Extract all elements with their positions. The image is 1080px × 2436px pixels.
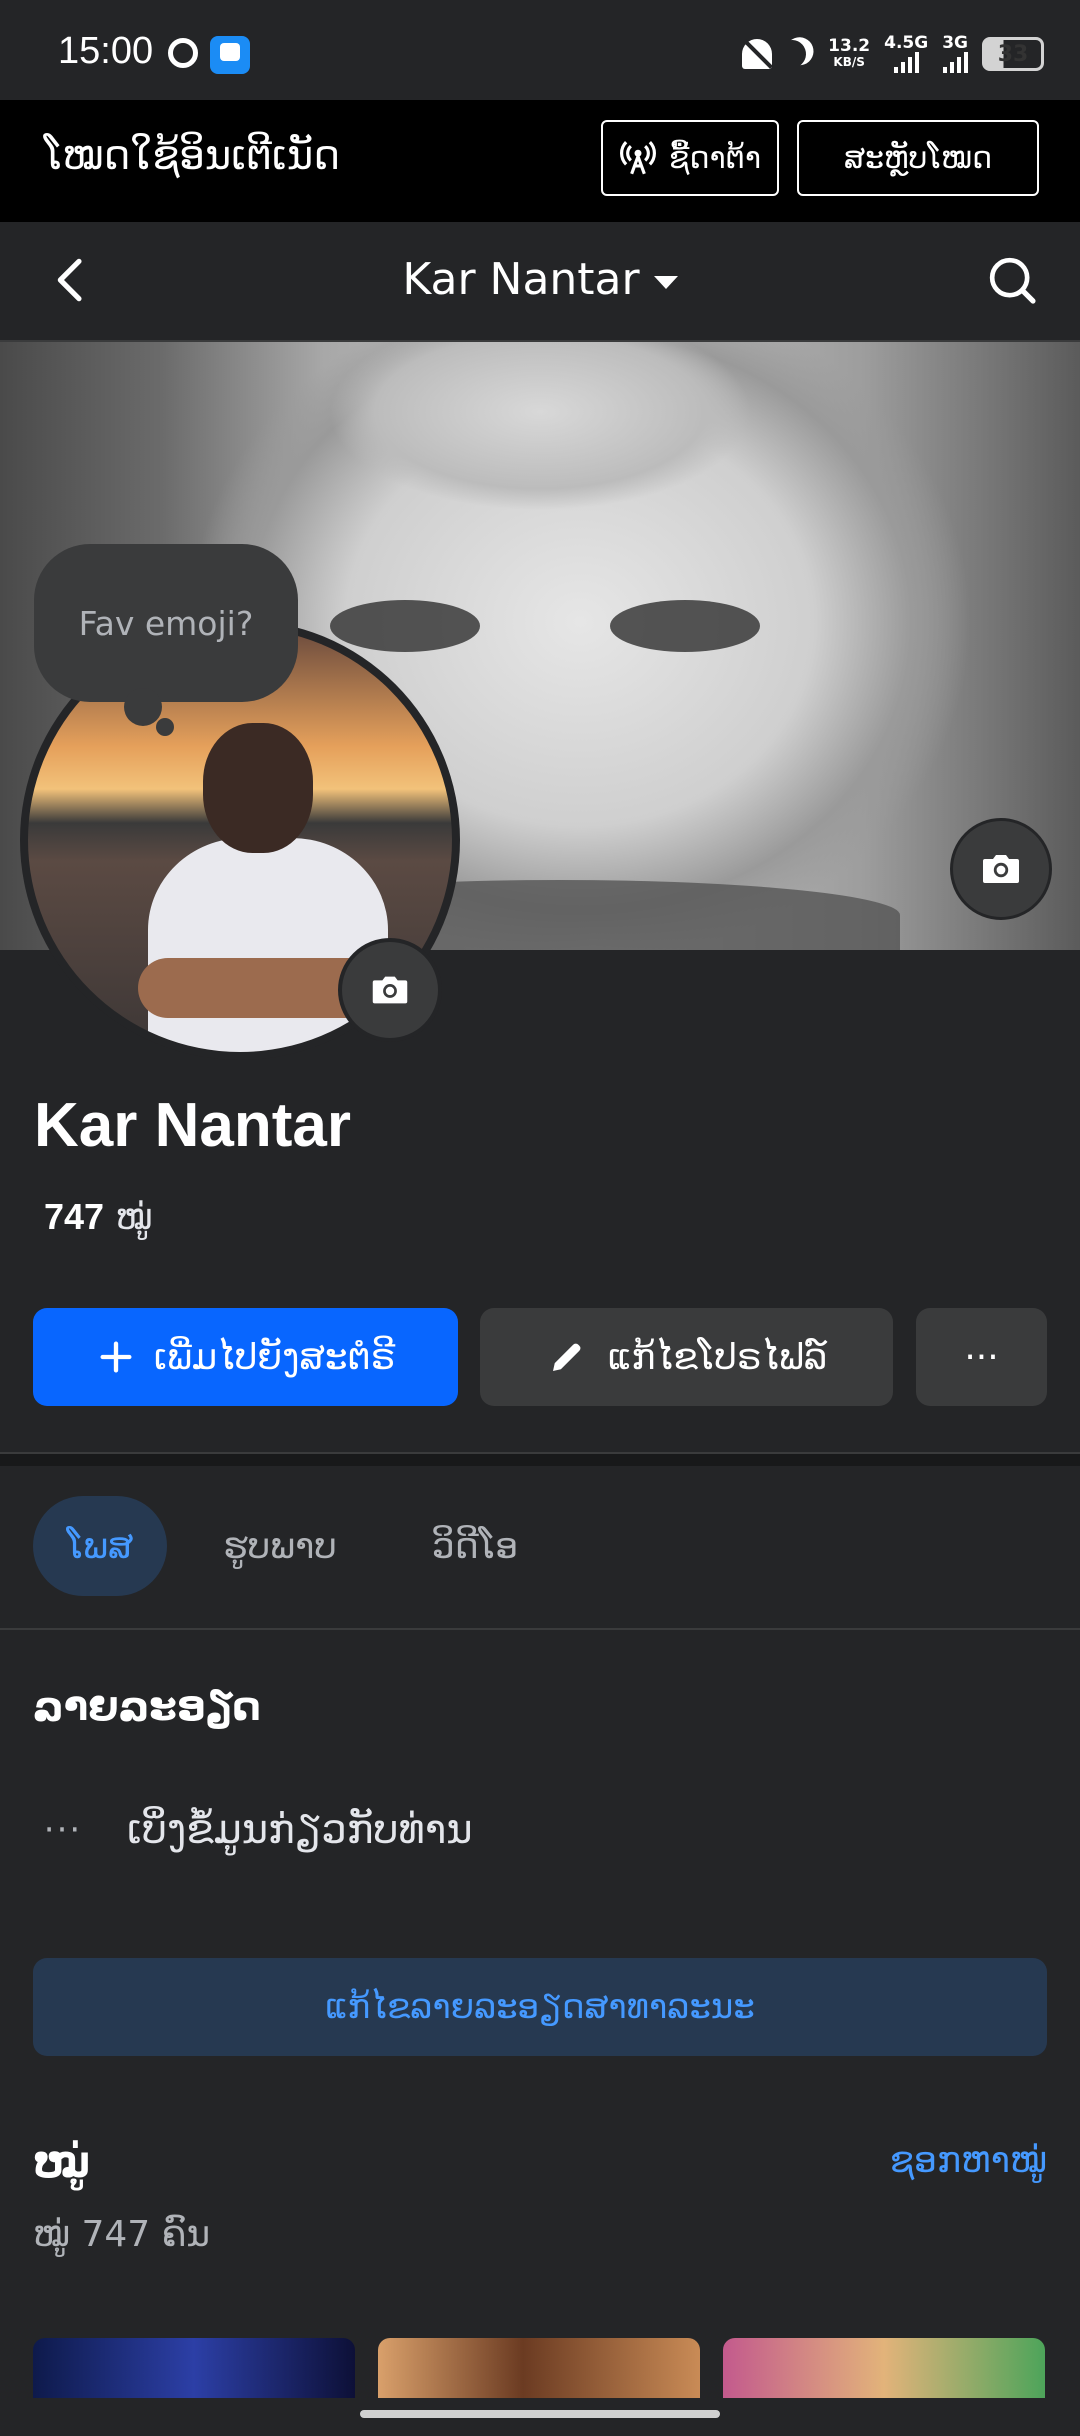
signal-bars-icon bbox=[942, 51, 968, 73]
friends-word: ໝູ່ bbox=[115, 1197, 153, 1238]
add-to-story-label: ເພີ່ມໄປຍັງສະຕໍຣີ bbox=[153, 1336, 396, 1378]
edit-profile-label: ແກ້ໄຂໂປຣໄຟລ໌ bbox=[607, 1336, 828, 1378]
bubble-tail-dot bbox=[124, 688, 162, 726]
tab-videos-label: ວິດີໂອ bbox=[431, 1525, 519, 1567]
cover-eye-left bbox=[330, 600, 480, 652]
friend-thumbnail[interactable] bbox=[33, 2338, 355, 2398]
plus-icon bbox=[100, 1341, 132, 1373]
chrome-notification-icon bbox=[168, 38, 198, 68]
friends-number: 747 bbox=[44, 1196, 105, 1237]
more-dots-icon: ··· bbox=[43, 1810, 83, 1850]
edit-profile-picture-button[interactable] bbox=[338, 938, 442, 1042]
status-time: 15:00 bbox=[58, 30, 154, 72]
app-notification-icon bbox=[210, 36, 250, 74]
bubble-tail-dot bbox=[156, 718, 174, 736]
friends-heading: ໝູ່ bbox=[33, 2138, 91, 2187]
switch-mode-label: ສະຫຼັບໂໝດ bbox=[843, 140, 993, 176]
net-speed: 13.2 KB/S bbox=[828, 36, 871, 70]
profile-name: Kar Nantar bbox=[34, 1091, 351, 1160]
broadcast-icon bbox=[619, 141, 656, 175]
battery-level: 33 bbox=[997, 41, 1029, 67]
home-indicator[interactable] bbox=[360, 2410, 720, 2418]
buy-data-label: ຊື້ດາຕ້າ bbox=[668, 140, 762, 176]
do-not-disturb-moon-icon bbox=[774, 36, 810, 72]
signal-4g: 4.5G bbox=[884, 35, 928, 73]
friend-thumbnail[interactable] bbox=[723, 2338, 1045, 2398]
friends-count[interactable]: 747 ໝູ່ bbox=[44, 1196, 153, 1238]
caret-down-icon bbox=[653, 275, 678, 289]
tab-posts[interactable]: ໂພສ bbox=[33, 1496, 167, 1596]
pencil-icon bbox=[552, 1343, 581, 1371]
switch-mode-button[interactable]: ສະຫຼັບໂໝດ bbox=[797, 120, 1039, 196]
note-bubble-text: Fav emoji? bbox=[78, 603, 254, 643]
battery-icon: 33 bbox=[982, 37, 1044, 71]
tabs-divider bbox=[0, 1628, 1080, 1630]
more-dots-icon: ··· bbox=[964, 1336, 999, 1378]
status-icons: 13.2 KB/S 4.5G 3G 33 bbox=[742, 34, 1044, 74]
tab-videos[interactable]: ວິດີໂອ bbox=[400, 1496, 550, 1596]
nav-title: Kar Nantar bbox=[402, 254, 640, 305]
search-icon[interactable] bbox=[984, 252, 1040, 308]
tab-photos[interactable]: ຮູບພາບ bbox=[200, 1496, 360, 1596]
cover-eye-right bbox=[610, 600, 760, 652]
profile-switcher[interactable]: Kar Nantar bbox=[0, 254, 1080, 305]
profile-tabs: ໂພສ ຮູບພາບ ວິດີໂອ bbox=[0, 1496, 1080, 1596]
add-to-story-button[interactable]: ເພີ່ມໄປຍັງສະຕໍຣີ bbox=[33, 1308, 458, 1406]
friend-thumbnail[interactable] bbox=[378, 2338, 700, 2398]
camera-icon bbox=[983, 855, 1019, 883]
edit-cover-camera-button[interactable] bbox=[950, 818, 1052, 920]
more-options-button[interactable]: ··· bbox=[916, 1308, 1047, 1406]
top-nav-bar: Kar Nantar bbox=[0, 222, 1080, 342]
tab-posts-label: ໂພສ bbox=[66, 1525, 134, 1567]
tab-photos-label: ຮູບພາບ bbox=[223, 1525, 337, 1567]
see-about-info-link[interactable]: ··· ເບິ່ງຂໍ້ມູນກ່ຽວກັບທ່ານ bbox=[33, 1800, 473, 1860]
status-bar: 15:00 13.2 KB/S 4.5G 3G 33 bbox=[0, 0, 1080, 100]
mute-bell-icon bbox=[742, 39, 773, 69]
section-divider bbox=[0, 1452, 1080, 1466]
edit-public-details-label: ແກ້ໄຂລາຍລະອຽດສາທາລະນະ bbox=[325, 1987, 755, 2027]
find-friends-link[interactable]: ຊອກຫາໝູ່ bbox=[890, 2140, 1047, 2181]
signal-bars-icon bbox=[893, 51, 919, 73]
edit-profile-button[interactable]: ແກ້ໄຂໂປຣໄຟລ໌ bbox=[480, 1308, 893, 1406]
edit-public-details-button[interactable]: ແກ້ໄຂລາຍລະອຽດສາທາລະນະ bbox=[33, 1958, 1047, 2056]
signal-3g: 3G bbox=[942, 35, 968, 73]
free-mode-banner: ໂໝດໃຊ້ອິນເຕີເນັດ ຊື້ດາຕ້າ ສະຫຼັບໂໝດ bbox=[0, 100, 1080, 222]
camera-icon bbox=[372, 976, 408, 1004]
see-about-label: ເບິ່ງຂໍ້ມູນກ່ຽວກັບທ່ານ bbox=[127, 1807, 473, 1853]
details-heading: ລາຍລະອຽດ bbox=[33, 1684, 261, 1730]
note-bubble[interactable]: Fav emoji? bbox=[34, 544, 298, 702]
buy-data-button[interactable]: ຊື້ດາຕ້າ bbox=[601, 120, 779, 196]
free-mode-title: ໂໝດໃຊ້ອິນເຕີເນັດ bbox=[44, 133, 340, 179]
friends-count-text: ໝູ່ 747 ຄົນ bbox=[33, 2214, 211, 2255]
